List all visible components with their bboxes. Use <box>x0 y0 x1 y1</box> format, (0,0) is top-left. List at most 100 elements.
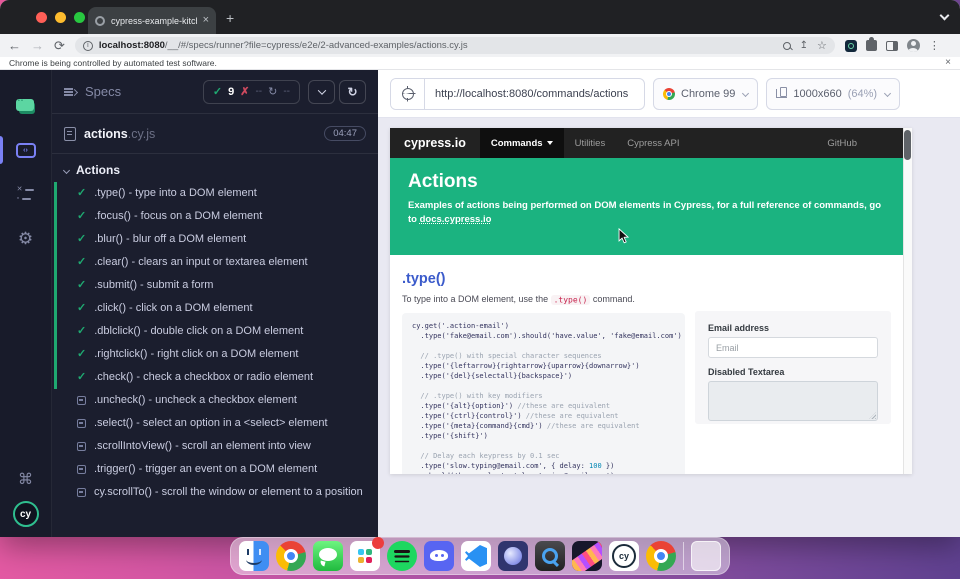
minimize-window-button[interactable] <box>55 12 66 23</box>
bookmark-star-icon[interactable]: ☆ <box>817 39 827 52</box>
suite-header[interactable]: Actions <box>52 154 378 182</box>
runs-list-icon: ✕ ▫ <box>17 187 35 202</box>
extensions-puzzle-icon[interactable] <box>866 40 877 51</box>
viewport-select[interactable]: 1000x660 (64%) <box>766 78 900 110</box>
rerun-tests-button[interactable]: ↻ <box>339 80 366 104</box>
discord-dock-icon[interactable] <box>424 541 454 571</box>
page-info-icon[interactable]: i <box>83 41 93 51</box>
command-key-icon: ⌘ <box>18 472 33 487</box>
test-row[interactable]: .scrollIntoView() - scroll an element in… <box>57 435 378 458</box>
close-window-button[interactable] <box>36 12 47 23</box>
forward-button[interactable]: → <box>31 39 44 52</box>
cypress-dock-icon[interactable] <box>609 541 639 571</box>
test-row[interactable]: ✓ .dblclick() - double click on a DOM el… <box>57 320 378 343</box>
specs-title: Specs <box>85 84 195 99</box>
kitchensink-brand[interactable]: cypress.io <box>390 136 480 150</box>
test-row[interactable]: ✓ .blur() - blur off a DOM element <box>57 228 378 251</box>
chevron-down-icon <box>742 90 749 97</box>
test-passed-check-icon: ✓ <box>77 232 86 247</box>
reload-button[interactable]: ⟳ <box>54 39 65 52</box>
profile-avatar[interactable] <box>907 39 920 52</box>
linear-dock-icon[interactable] <box>498 541 528 571</box>
scrollbar-thumb[interactable] <box>904 130 911 160</box>
test-label: .check() - check a checkbox or radio ele… <box>94 370 313 385</box>
nav-cypress-api[interactable]: Cypress API <box>616 128 690 158</box>
slack-dock-icon[interactable] <box>350 541 380 571</box>
side-panel-icon[interactable] <box>886 41 898 51</box>
omnibox[interactable]: i localhost:8080/__/#/specs/runner?file=… <box>75 37 835 54</box>
test-row[interactable]: ✓ .type() - type into a DOM element <box>57 182 378 205</box>
tab-close-icon[interactable]: × <box>203 15 209 26</box>
test-row[interactable]: ✓ .check() - check a checkbox or radio e… <box>57 366 378 389</box>
infobar-close-icon[interactable]: × <box>945 58 951 68</box>
crosshair-icon <box>402 88 414 100</box>
back-button[interactable]: ← <box>8 39 21 52</box>
warp-dock-icon[interactable] <box>572 541 602 571</box>
chrome-secondary-dock-icon[interactable] <box>646 541 676 571</box>
pending-test-group: .uncheck() - uncheck a checkbox element … <box>54 389 378 504</box>
passed-test-group: ✓ .type() - type into a DOM element ✓ .f… <box>54 182 378 389</box>
stage-pane: http://localhost:8080/commands/actions C… <box>378 70 960 537</box>
share-icon[interactable]: ↥ <box>800 40 808 51</box>
test-pending-box-icon <box>77 465 86 474</box>
rail-cypress-home[interactable] <box>0 84 52 128</box>
selector-playground-button[interactable] <box>391 79 425 109</box>
collapse-all-button[interactable] <box>308 80 335 104</box>
test-row[interactable]: ✓ .click() - click on a DOM element <box>57 297 378 320</box>
rail-runs[interactable]: ✕ ▫ <box>0 172 52 216</box>
specs-menu-icon[interactable] <box>64 87 77 96</box>
spotify-dock-icon[interactable] <box>387 541 417 571</box>
quicktime-dock-icon[interactable] <box>535 541 565 571</box>
aut-url[interactable]: http://localhost:8080/commands/actions <box>425 88 644 100</box>
aut-scrollbar[interactable] <box>903 128 912 474</box>
new-tab-button[interactable]: + <box>226 11 234 25</box>
cypress-logo[interactable]: cy <box>13 501 39 527</box>
failed-count: -- <box>255 86 262 97</box>
trash-dock-icon[interactable] <box>691 541 721 571</box>
test-row[interactable]: .trigger() - trigger an event on a DOM e… <box>57 458 378 481</box>
spec-file-icon <box>64 127 76 141</box>
maximize-window-button[interactable] <box>74 12 85 23</box>
nav-commands[interactable]: Commands <box>480 128 564 158</box>
email-label: Email address <box>708 323 878 333</box>
test-row[interactable]: .select() - select an option in a <selec… <box>57 412 378 435</box>
window-controls[interactable] <box>36 12 85 23</box>
test-row[interactable]: ✓ .submit() - submit a form <box>57 274 378 297</box>
test-label: .select() - select an option in a <selec… <box>94 416 328 431</box>
messages-dock-icon[interactable] <box>313 541 343 571</box>
nav-github[interactable]: GitHub <box>816 128 868 158</box>
type-section-heading: .type() <box>402 271 685 287</box>
nav-utilities[interactable]: Utilities <box>564 128 617 158</box>
zoom-icon[interactable] <box>783 42 791 50</box>
rail-keyboard-shortcuts[interactable]: ⌘ <box>0 457 52 501</box>
test-passed-check-icon: ✓ <box>77 370 86 385</box>
docs-link[interactable]: docs.cypress.io <box>420 214 492 225</box>
url-domain: localhost:8080 <box>99 40 165 51</box>
cypress-extension-icon[interactable] <box>845 40 857 52</box>
vscode-dock-icon[interactable] <box>461 541 491 571</box>
window-menu-chevron-icon[interactable] <box>940 11 950 21</box>
test-label: .clear() - clears an input or textarea e… <box>94 255 307 270</box>
test-row[interactable]: ✓ .rightclick() - right click on a DOM e… <box>57 343 378 366</box>
test-row[interactable]: cy.scrollTo() - scroll the window or ele… <box>57 481 378 504</box>
browser-menu-icon[interactable]: ⋮ <box>929 39 940 52</box>
test-row[interactable]: ✓ .clear() - clears an input or textarea… <box>57 251 378 274</box>
rail-specs-active[interactable]: ‹› <box>0 128 52 172</box>
rail-settings[interactable]: ⚙ <box>0 216 52 260</box>
tab-strip: cypress-example-kitchensink × + <box>0 0 960 34</box>
email-field[interactable] <box>708 337 878 358</box>
gear-icon: ⚙ <box>18 230 33 247</box>
test-label: .trigger() - trigger an event on a DOM e… <box>94 462 317 477</box>
test-label: .scrollIntoView() - scroll an element in… <box>94 439 311 454</box>
browser-select[interactable]: Chrome 99 <box>653 78 758 110</box>
finder-dock-icon[interactable] <box>239 541 269 571</box>
kitchensink-navbar: cypress.io Commands Utilities Cypress AP… <box>390 128 912 158</box>
chrome-dock-icon[interactable] <box>276 541 306 571</box>
test-row[interactable]: ✓ .focus() - focus on a DOM element <box>57 205 378 228</box>
browser-tab[interactable]: cypress-example-kitchensink × <box>88 7 216 34</box>
passed-count: 9 <box>228 86 234 98</box>
test-label: .rightclick() - right click on a DOM ele… <box>94 347 298 362</box>
test-row[interactable]: .uncheck() - uncheck a checkbox element <box>57 389 378 412</box>
spec-file-name: actions.cy.js <box>84 127 316 141</box>
spec-file-row[interactable]: actions.cy.js 04:47 <box>52 114 378 154</box>
